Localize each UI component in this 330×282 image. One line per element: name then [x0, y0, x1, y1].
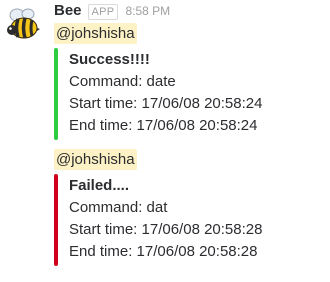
- message-header: Bee APP 8:58 PM: [54, 2, 170, 22]
- attachment-field: End time: 17/06/08 20:58:24: [69, 117, 258, 134]
- attachment-color-bar: [54, 48, 58, 140]
- attachment-field: Command: dat: [69, 199, 168, 216]
- message-attachment: Success!!!! Command: date Start time: 17…: [54, 48, 314, 140]
- attachment-title: Success!!!!: [69, 51, 150, 68]
- timestamp[interactable]: 8:58 PM: [125, 4, 170, 18]
- message-attachment: Failed.... Command: dat Start time: 17/0…: [54, 174, 314, 266]
- bee-icon[interactable]: [5, 6, 41, 42]
- sender-name[interactable]: Bee: [54, 2, 82, 19]
- attachment-field: Command: date: [69, 73, 176, 90]
- app-badge: APP: [87, 4, 119, 20]
- attachment-field: End time: 17/06/08 20:58:28: [69, 243, 258, 260]
- attachment-color-bar: [54, 174, 58, 266]
- user-mention[interactable]: @johshisha: [54, 149, 137, 170]
- attachment-field: Start time: 17/06/08 20:58:28: [69, 221, 263, 238]
- user-mention[interactable]: @johshisha: [54, 23, 137, 44]
- attachment-field: Start time: 17/06/08 20:58:24: [69, 95, 263, 112]
- attachment-title: Failed....: [69, 177, 130, 194]
- message-container: Bee APP 8:58 PM @johshisha Success!!!! C…: [0, 0, 330, 282]
